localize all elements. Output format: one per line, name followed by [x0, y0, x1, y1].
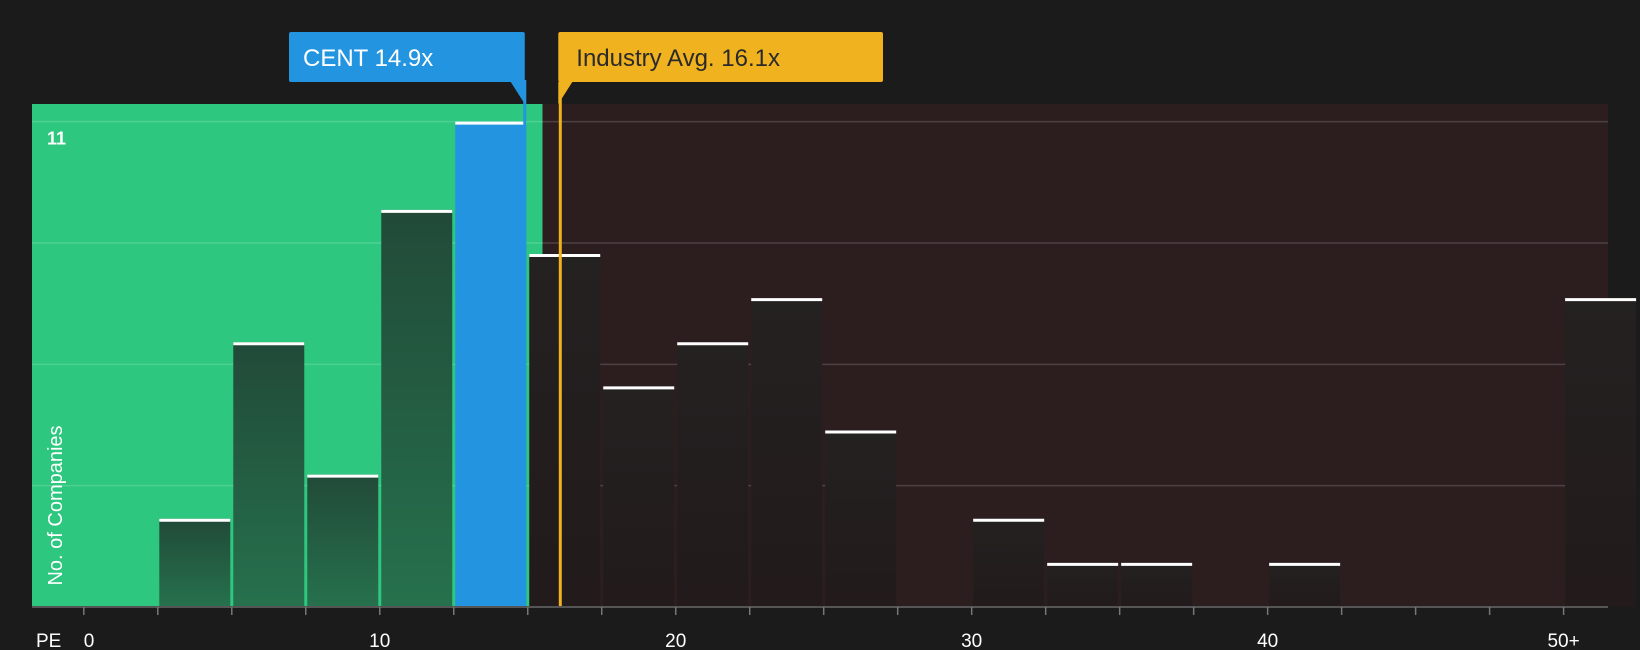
histogram-bar: [1047, 562, 1119, 607]
y-axis-title: No. of Companies: [45, 425, 67, 585]
x-tick-label: 40: [1257, 631, 1278, 650]
x-tick-label: 30: [961, 631, 982, 650]
histogram-bar: [455, 121, 527, 608]
x-tick-label: 0: [84, 631, 95, 650]
x-axis-title: PE: [36, 631, 61, 650]
histogram-bar: [751, 298, 823, 607]
histogram-bar: [677, 342, 749, 607]
histogram-bar: [1269, 562, 1341, 607]
histogram-bar: [233, 342, 305, 607]
histogram-bar: [603, 386, 675, 607]
company-callout-pointer: [510, 82, 525, 104]
x-tick-label: 50+: [1547, 631, 1579, 650]
industry-callout-label: Industry Avg. 16.1x: [576, 45, 780, 72]
histogram-bar: [973, 518, 1045, 607]
histogram-bar: [1565, 298, 1637, 607]
histogram-bar: [1121, 562, 1193, 607]
histogram-bar: [159, 518, 231, 607]
chart-svg: 0 10 20 30 40 50+ PE No. of Companies 11 CENT 14…: [32, 32, 1637, 650]
histogram-bar: [381, 209, 453, 608]
company-callout-label: CENT 14.9x: [303, 45, 433, 72]
x-tick-label: 10: [369, 631, 390, 650]
x-axis: 0 10 20 30 40 50+ PE: [32, 606, 1608, 650]
histogram-bar: [307, 474, 379, 607]
histogram-bar: [529, 254, 601, 607]
y-axis-max-label: 11: [47, 129, 66, 149]
histogram-bar: [825, 430, 897, 607]
industry-callout-pointer: [558, 82, 573, 104]
pe-distribution-chart: 0 10 20 30 40 50+ PE No. of Companies 11 CENT 14…: [0, 0, 1640, 650]
x-tick-label: 20: [665, 631, 686, 650]
